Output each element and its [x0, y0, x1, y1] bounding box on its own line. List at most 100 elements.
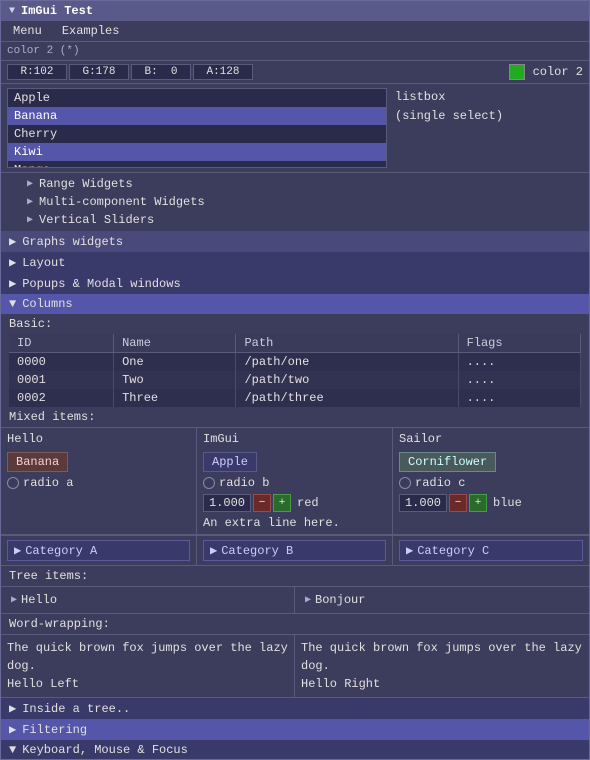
keyboard-arrow-icon: ▼	[9, 743, 16, 757]
menu-item-examples[interactable]: Examples	[58, 23, 124, 39]
mixed-grid: Hello Banana radio a ImGui Apple radio b…	[1, 427, 589, 535]
listbox-item-cherry[interactable]: Cherry	[8, 125, 386, 143]
listbox-item-banana[interactable]: Banana	[8, 107, 386, 125]
popups-label: Popups & Modal windows	[22, 277, 180, 291]
cell-id-1: 0001	[9, 371, 114, 389]
cat-c-cell: ▶ Category C	[393, 536, 589, 565]
radio-b-row: radio b	[203, 476, 386, 490]
layout-section-header[interactable]: ▶ Layout	[1, 252, 589, 273]
popups-section-header[interactable]: ▶ Popups & Modal windows	[1, 273, 589, 294]
wordwrap-col-left: The quick brown fox jumps over the lazy …	[1, 635, 295, 697]
combo-corniflower[interactable]: Corniflower	[399, 452, 496, 472]
cat-c-arrow-icon: ▶	[406, 543, 413, 558]
g-field[interactable]	[69, 64, 129, 80]
color-swatch[interactable]	[509, 64, 525, 80]
graphs-section-header[interactable]: ▶ Graphs widgets	[1, 231, 589, 252]
stepper-blue-value[interactable]	[399, 494, 447, 512]
data-table: ID Name Path Flags 0000 One /path/one ..…	[9, 334, 581, 407]
window-title: ImGui Test	[21, 4, 93, 18]
radio-c-circle[interactable]	[399, 477, 411, 489]
radio-a-circle[interactable]	[7, 477, 19, 489]
radio-a-label: radio a	[23, 476, 73, 490]
wordwrap-label: Word-wrapping:	[1, 614, 589, 634]
cell-name-1: Two	[114, 371, 236, 389]
inside-tree-arrow-icon: ▶	[9, 701, 16, 716]
listbox-label-line2: (single select)	[395, 107, 503, 126]
listbox-container: Apple Banana Cherry Kiwi Mango listbox (…	[1, 84, 589, 173]
range-label: Range Widgets	[39, 177, 133, 191]
vsliders-label: Vertical Sliders	[39, 213, 154, 227]
sub-item-vsliders[interactable]: ▶ Vertical Sliders	[21, 211, 569, 229]
tree-bonjour-arrow-icon: ▶	[305, 594, 311, 606]
tree-item-hello[interactable]: ▶ Hello	[7, 591, 288, 609]
inside-tree-label: Inside a tree..	[22, 702, 130, 716]
title-bar: ▼ ImGui Test	[1, 1, 589, 21]
keyboard-header[interactable]: ▼ Keyboard, Mouse & Focus	[1, 740, 589, 759]
layout-label: Layout	[22, 256, 65, 270]
cat-a-arrow-icon: ▶	[14, 543, 21, 558]
color-header-row: color 2 (*)	[1, 42, 589, 61]
content-area: color 2 (*) color 2 Apple Banana Cherry …	[1, 42, 589, 759]
cell-path-2: /path/three	[236, 389, 458, 407]
radio-b-circle[interactable]	[203, 477, 215, 489]
menu-item-menu[interactable]: Menu	[9, 23, 46, 39]
radio-a-row: radio a	[7, 476, 190, 490]
extra-line: An extra line here.	[203, 516, 386, 530]
category-a-btn[interactable]: ▶ Category A	[7, 540, 190, 561]
columns-section-header[interactable]: ▼ Columns	[1, 294, 589, 314]
radio-b-label: radio b	[219, 476, 269, 490]
cat-b-arrow-icon: ▶	[210, 543, 217, 558]
menu-bar: Menu Examples	[1, 21, 589, 42]
radio-c-row: radio c	[399, 476, 583, 490]
cat-a-cell: ▶ Category A	[1, 536, 197, 565]
col-header-path: Path	[236, 334, 458, 353]
b-field[interactable]	[131, 64, 191, 80]
wordwrap-right-label: Hello Right	[301, 675, 583, 693]
cat-a-label: Category A	[25, 544, 97, 558]
stepper-red-minus[interactable]: −	[253, 494, 271, 512]
graphs-arrow-icon: ▶	[9, 234, 16, 249]
data-table-container: ID Name Path Flags 0000 One /path/one ..…	[1, 334, 589, 407]
title-arrow: ▼	[9, 6, 15, 17]
cell-name-0: One	[114, 353, 236, 372]
rgba-fields	[7, 64, 505, 80]
sub-item-range[interactable]: ▶ Range Widgets	[21, 175, 569, 193]
stepper-blue-plus[interactable]: +	[469, 494, 487, 512]
cell-name-2: Three	[114, 389, 236, 407]
wordwrap-grid: The quick brown fox jumps over the lazy …	[1, 634, 589, 698]
stepper-red-value[interactable]	[203, 494, 251, 512]
mixed-col1-header: Hello	[7, 432, 190, 448]
a-field[interactable]	[193, 64, 253, 80]
stepper-red-row: − + red	[203, 494, 386, 512]
cell-flags-2: ....	[458, 389, 580, 407]
mixed-col-hello: Hello Banana radio a	[1, 428, 197, 534]
col-header-name: Name	[114, 334, 236, 353]
col-header-flags: Flags	[458, 334, 580, 353]
combo-banana[interactable]: Banana	[7, 452, 68, 472]
wordwrap-left-text: The quick brown fox jumps over the lazy …	[7, 639, 288, 675]
stepper-blue-minus[interactable]: −	[449, 494, 467, 512]
vsliders-arrow-icon: ▶	[27, 214, 33, 226]
tree-hello-arrow-icon: ▶	[11, 594, 17, 606]
sub-item-multicomp[interactable]: ▶ Multi-component Widgets	[21, 193, 569, 211]
table-row: 0000 One /path/one ....	[9, 353, 581, 372]
stepper-red-label: red	[297, 496, 319, 510]
graphs-label: Graphs widgets	[22, 235, 123, 249]
tree-grid: ▶ Hello ▶ Bonjour	[1, 586, 589, 614]
inside-tree-header[interactable]: ▶ Inside a tree..	[1, 698, 589, 719]
combo-apple[interactable]: Apple	[203, 452, 257, 472]
mixed-label: Mixed items:	[1, 407, 589, 427]
category-b-btn[interactable]: ▶ Category B	[203, 540, 386, 561]
tree-item-bonjour[interactable]: ▶ Bonjour	[301, 591, 583, 609]
filtering-header[interactable]: ▶ Filtering	[1, 719, 589, 740]
stepper-red-plus[interactable]: +	[273, 494, 291, 512]
listbox-item-mango[interactable]: Mango	[8, 161, 386, 168]
listbox[interactable]: Apple Banana Cherry Kiwi Mango	[7, 88, 387, 168]
listbox-item-apple[interactable]: Apple	[8, 89, 386, 107]
categories-grid: ▶ Category A ▶ Category B ▶ Category C	[1, 535, 589, 566]
listbox-item-kiwi[interactable]: Kiwi	[8, 143, 386, 161]
r-field[interactable]	[7, 64, 67, 80]
cell-flags-0: ....	[458, 353, 580, 372]
category-c-btn[interactable]: ▶ Category C	[399, 540, 583, 561]
layout-arrow-icon: ▶	[9, 255, 16, 270]
